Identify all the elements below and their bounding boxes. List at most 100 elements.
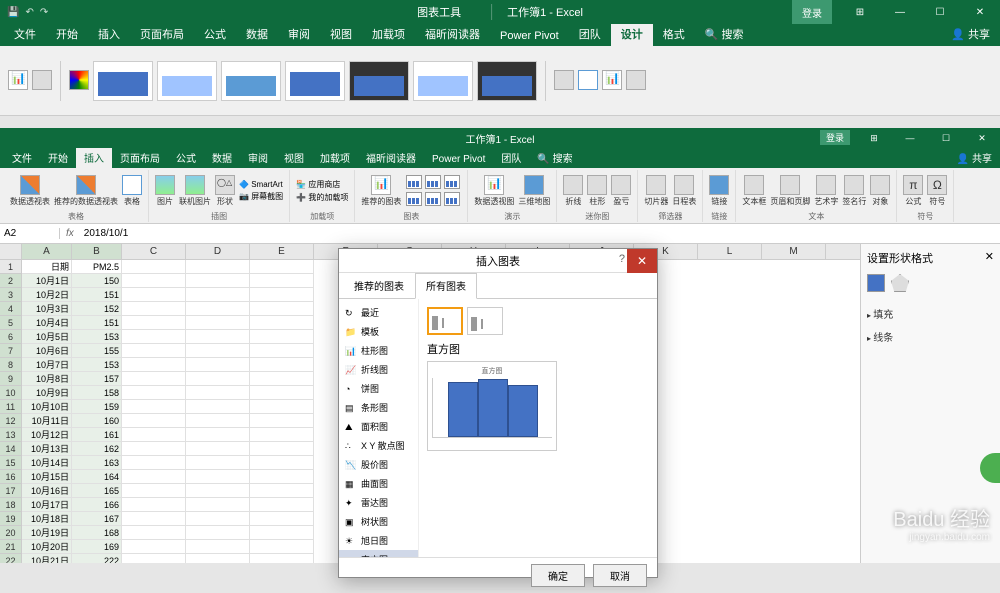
cell[interactable] <box>250 554 314 563</box>
tab-view[interactable]: 视图 <box>320 22 362 46</box>
pie-chart-icon[interactable] <box>444 175 460 189</box>
cell[interactable] <box>250 414 314 428</box>
cell[interactable] <box>122 302 186 316</box>
tab-design[interactable]: 设计 <box>611 22 653 46</box>
cell[interactable]: 150 <box>72 274 122 288</box>
cell[interactable] <box>250 442 314 456</box>
recommended-charts-button[interactable]: 推荐的图表 <box>361 175 401 207</box>
cell[interactable] <box>250 316 314 330</box>
cell[interactable]: 10月2日 <box>22 288 72 302</box>
cell[interactable]: 161 <box>72 428 122 442</box>
cat-surface[interactable]: ▦曲面图 <box>339 474 418 493</box>
cell[interactable]: 10月21日 <box>22 554 72 563</box>
cell[interactable] <box>186 414 250 428</box>
chart-style-1[interactable] <box>93 61 153 101</box>
row-header[interactable]: 20 <box>0 526 22 540</box>
cell[interactable] <box>250 540 314 554</box>
cell[interactable] <box>122 274 186 288</box>
cell[interactable]: 10月13日 <box>22 442 72 456</box>
tab-insert[interactable]: 插入 <box>88 22 130 46</box>
dialog-help-icon[interactable]: ? <box>619 253 625 265</box>
cat-recent[interactable]: ↻最近 <box>339 303 418 322</box>
tab-review[interactable]: 审阅 <box>278 22 320 46</box>
cat-radar[interactable]: ✦雷达图 <box>339 493 418 512</box>
cell[interactable] <box>186 274 250 288</box>
sparkline-line[interactable]: 折线 <box>563 175 583 207</box>
fx-icon[interactable]: fx <box>60 228 80 239</box>
cell[interactable]: 160 <box>72 414 122 428</box>
cell[interactable] <box>122 386 186 400</box>
cell[interactable] <box>250 274 314 288</box>
pictures-button[interactable]: 图片 <box>155 175 175 207</box>
cell[interactable]: 10月9日 <box>22 386 72 400</box>
cell[interactable]: 152 <box>72 302 122 316</box>
cell[interactable]: 10月10日 <box>22 400 72 414</box>
row-header[interactable]: 14 <box>0 442 22 456</box>
cell[interactable] <box>122 554 186 563</box>
cell[interactable]: 10月17日 <box>22 498 72 512</box>
tab-file[interactable]: 文件 <box>4 22 46 46</box>
slicer-button[interactable]: 切片器 <box>644 175 668 207</box>
tab-formulas[interactable]: 公式 <box>194 22 236 46</box>
cell[interactable]: 10月15日 <box>22 470 72 484</box>
cell[interactable]: 222 <box>72 554 122 563</box>
win2-share[interactable]: 👤 共享 <box>949 147 1000 168</box>
cell[interactable]: 10月16日 <box>22 484 72 498</box>
close-button[interactable]: ✕ <box>960 0 1000 24</box>
cell[interactable]: 157 <box>72 372 122 386</box>
cell[interactable] <box>186 288 250 302</box>
cell[interactable]: 10月12日 <box>22 428 72 442</box>
cell[interactable] <box>122 540 186 554</box>
win2-minimize[interactable]: — <box>892 128 928 148</box>
tab-data[interactable]: 数据 <box>236 22 278 46</box>
cell[interactable]: 153 <box>72 358 122 372</box>
win2-maximize[interactable]: ☐ <box>928 128 964 148</box>
login-button[interactable]: 登录 <box>792 0 832 24</box>
cell[interactable]: 日期 <box>22 260 72 274</box>
cell[interactable] <box>122 512 186 526</box>
col-a[interactable]: A <box>22 244 72 259</box>
save-icon[interactable]: 💾 <box>7 7 19 18</box>
fill-line-icon[interactable] <box>867 274 885 292</box>
cell[interactable]: 10月7日 <box>22 358 72 372</box>
cat-treemap[interactable]: ▣树状图 <box>339 512 418 531</box>
row-header[interactable]: 16 <box>0 470 22 484</box>
hyperlink-button[interactable]: 链接 <box>709 175 729 207</box>
pivot-table-button[interactable]: 数据透视表 <box>10 175 50 207</box>
row-header[interactable]: 15 <box>0 456 22 470</box>
cell[interactable] <box>250 288 314 302</box>
tab-team[interactable]: 团队 <box>569 22 611 46</box>
cell[interactable] <box>186 400 250 414</box>
cell[interactable] <box>250 470 314 484</box>
col-c[interactable]: C <box>122 244 186 259</box>
cell[interactable] <box>122 470 186 484</box>
cat-bar[interactable]: ▤条形图 <box>339 398 418 417</box>
sparkline-winloss[interactable]: 盈亏 <box>611 175 631 207</box>
redo-icon[interactable]: ↷ <box>40 7 48 18</box>
cell[interactable]: 163 <box>72 456 122 470</box>
histogram-subtype-1[interactable] <box>427 307 463 335</box>
cell[interactable] <box>122 442 186 456</box>
tab-all-charts[interactable]: 所有图表 <box>415 273 477 299</box>
row-header[interactable]: 6 <box>0 330 22 344</box>
tab-home[interactable]: 开始 <box>40 147 76 168</box>
tab-addins[interactable]: 加载项 <box>362 22 415 46</box>
tab-format[interactable]: 格式 <box>653 22 695 46</box>
signature-button[interactable]: 签名行 <box>842 175 866 207</box>
cat-templates[interactable]: 📁模板 <box>339 322 418 341</box>
cat-column[interactable]: 📊柱形图 <box>339 341 418 360</box>
cell[interactable]: 10月18日 <box>22 512 72 526</box>
equation-button[interactable]: π公式 <box>903 175 923 207</box>
cell[interactable] <box>122 414 186 428</box>
cell[interactable]: 151 <box>72 316 122 330</box>
chart-style-3[interactable] <box>221 61 281 101</box>
symbol-button[interactable]: Ω符号 <box>927 175 947 207</box>
pivot-chart-button[interactable]: 数据透视图 <box>474 175 514 207</box>
chart-style-7[interactable] <box>477 61 537 101</box>
cell[interactable] <box>186 484 250 498</box>
cell[interactable]: 10月20日 <box>22 540 72 554</box>
cell[interactable]: 10月11日 <box>22 414 72 428</box>
win2-search[interactable]: 🔍 搜索 <box>529 147 580 168</box>
change-colors[interactable] <box>69 70 89 91</box>
share-button[interactable]: 👤 共享 <box>941 22 1000 46</box>
